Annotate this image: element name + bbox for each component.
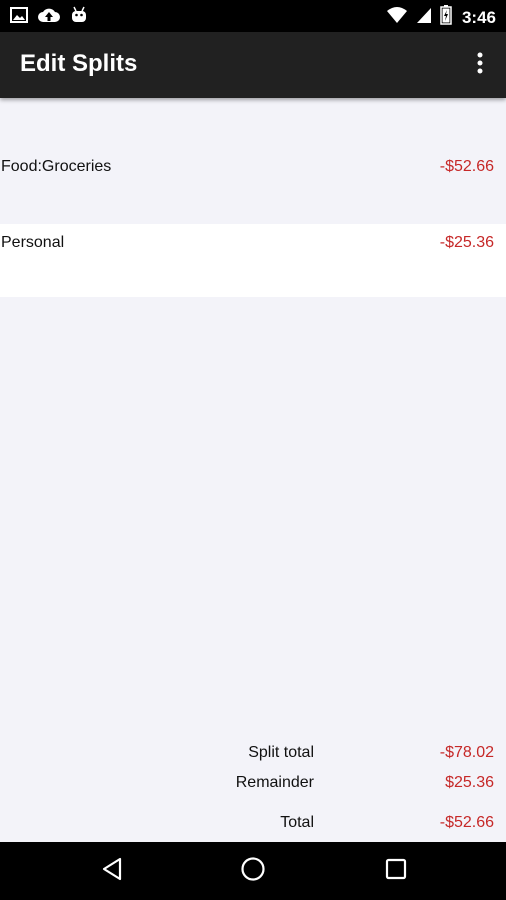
total-label: Total (280, 814, 314, 831)
recents-button[interactable] (379, 855, 413, 887)
split-account: Personal (1, 234, 65, 251)
cloud-upload-icon (38, 7, 60, 28)
home-icon (240, 856, 266, 887)
split-amount: -$25.36 (439, 234, 494, 251)
clock: 3:46 (461, 7, 496, 27)
back-button[interactable] (95, 855, 129, 887)
split-row[interactable]: Food:Groceries -$52.66 (0, 98, 506, 224)
remainder-label: Remainder (235, 774, 314, 791)
split-account: Food:Groceries (1, 158, 112, 175)
wifi-icon (386, 6, 408, 29)
split-amount: -$52.66 (439, 158, 494, 175)
overflow-menu-button[interactable] (468, 51, 492, 79)
total-value: -$52.66 (439, 814, 494, 831)
split-row[interactable]: Personal -$25.36 (0, 224, 506, 297)
back-icon (101, 857, 123, 886)
split-total-value: -$78.02 (439, 744, 494, 761)
battery-icon (440, 5, 452, 30)
page-title: Edit Splits (20, 50, 138, 77)
split-total-label: Split total (248, 744, 314, 761)
home-button[interactable] (236, 855, 270, 887)
image-icon (10, 7, 28, 28)
recents-icon (385, 858, 407, 885)
more-vert-icon (477, 52, 483, 79)
cell-signal-icon (416, 6, 432, 29)
app-bar: Edit Splits (0, 32, 506, 98)
status-bar: 3:46 (0, 0, 506, 32)
navigation-bar (0, 842, 506, 900)
splits-content: Food:Groceries -$52.66 Personal -$25.36 … (0, 98, 506, 842)
android-icon (70, 6, 88, 29)
remainder-value: $25.36 (445, 774, 494, 791)
